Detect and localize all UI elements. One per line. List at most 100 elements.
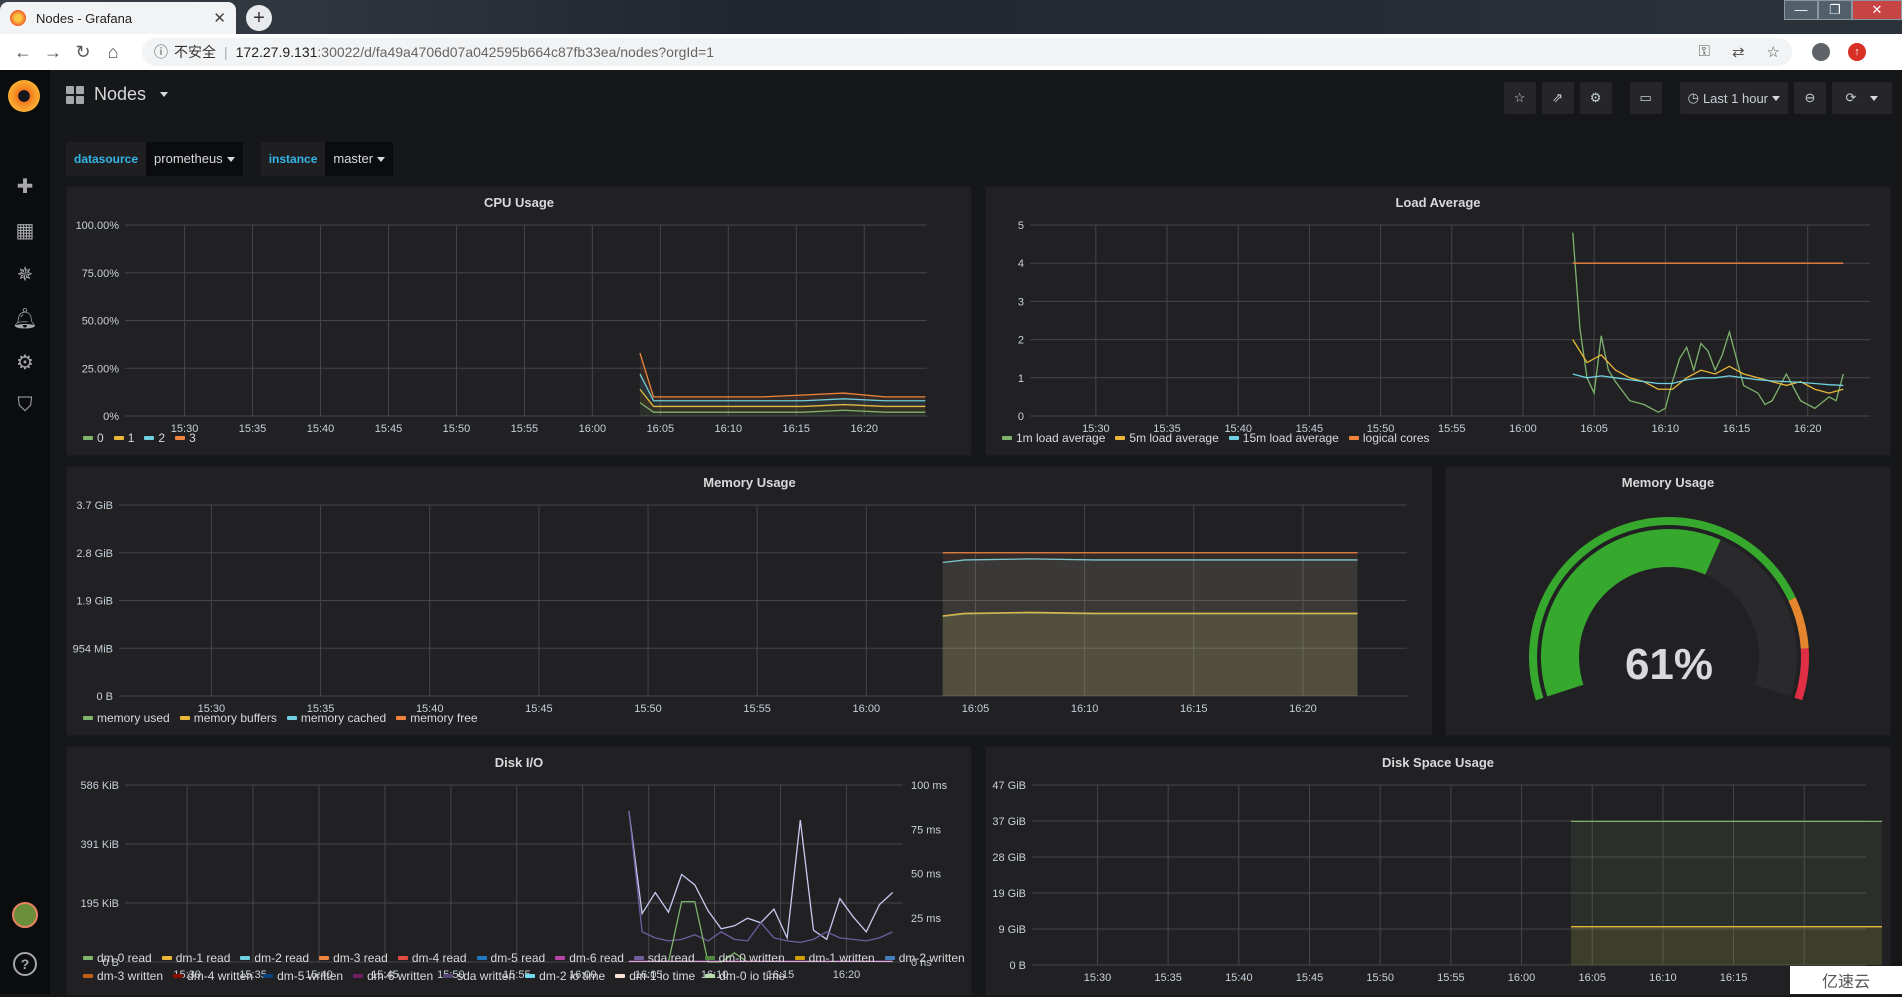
minimize-button[interactable]: — bbox=[1784, 0, 1818, 20]
x-tick-label: 16:15 bbox=[1180, 703, 1208, 715]
legend-item[interactable]: 5m load average bbox=[1115, 431, 1218, 445]
legend-label: 5m load average bbox=[1129, 431, 1218, 445]
x-tick-label: 16:15 bbox=[783, 423, 811, 435]
legend-item[interactable]: dm-3 read bbox=[319, 951, 388, 965]
legend-item[interactable]: 1 bbox=[114, 431, 135, 445]
legend-item[interactable]: dm-2 io time bbox=[525, 969, 605, 983]
legend-item[interactable]: 1m load average bbox=[1002, 431, 1105, 445]
legend-swatch bbox=[477, 956, 487, 960]
panel-memory-usage[interactable]: Memory Usage 3.7 GiB2.8 GiB1.9 GiB954 Mi… bbox=[66, 466, 1433, 736]
x-tick-label: 15:55 bbox=[1438, 423, 1466, 435]
refresh-interval-chevron-icon[interactable] bbox=[1870, 96, 1878, 101]
back-icon[interactable]: ← bbox=[8, 42, 38, 63]
legend-label: sda written bbox=[457, 969, 515, 983]
series-line-3 bbox=[640, 353, 925, 397]
zoom-out-button[interactable]: ⊖ bbox=[1794, 82, 1826, 114]
tv-mode-button[interactable]: ▭ bbox=[1630, 82, 1662, 114]
panel-cpu-usage[interactable]: CPU Usage 100.00%75.00%50.00%25.00%0%15:… bbox=[66, 186, 972, 456]
forward-icon[interactable]: → bbox=[38, 42, 68, 63]
legend-item[interactable]: 0 bbox=[83, 431, 104, 445]
legend-item[interactable]: dm-1 read bbox=[162, 951, 231, 965]
panel-memory-gauge[interactable]: Memory Usage 61% bbox=[1445, 466, 1891, 736]
legend-item[interactable]: dm-6 written bbox=[353, 969, 433, 983]
legend-item[interactable]: 2 bbox=[144, 431, 165, 445]
y-tick-label: 1 bbox=[1018, 373, 1024, 385]
legend-item[interactable]: dm-2 read bbox=[240, 951, 309, 965]
help-icon[interactable]: ? bbox=[13, 952, 37, 976]
legend-item[interactable]: memory used bbox=[83, 711, 170, 725]
legend-swatch bbox=[319, 956, 329, 960]
security-label: 不安全 bbox=[174, 42, 216, 62]
y-tick-label: 586 KiB bbox=[80, 780, 119, 792]
server-admin-shield-icon[interactable]: ⛉ bbox=[0, 394, 50, 417]
y-tick-label: 391 KiB bbox=[80, 839, 119, 851]
share-dashboard-button[interactable]: ⇗ bbox=[1542, 82, 1574, 114]
window-close-button[interactable]: ✕ bbox=[1852, 0, 1902, 20]
alerting-bell-icon[interactable]: 🔔︎ bbox=[0, 306, 50, 331]
legend-item[interactable]: memory cached bbox=[287, 711, 386, 725]
legend-label: dm-4 read bbox=[412, 951, 467, 965]
legend-swatch bbox=[175, 436, 185, 440]
reload-icon[interactable]: ↻ bbox=[68, 42, 98, 63]
create-plus-icon[interactable]: ✚ bbox=[0, 174, 50, 199]
legend-item[interactable]: dm-5 read bbox=[477, 951, 546, 965]
refresh-button[interactable]: ⟳ bbox=[1832, 82, 1892, 114]
legend-item[interactable]: dm-5 written bbox=[263, 969, 343, 983]
new-tab-button[interactable]: + bbox=[246, 5, 272, 31]
legend-swatch bbox=[180, 716, 190, 720]
legend: 0123 bbox=[83, 431, 196, 445]
legend-item[interactable]: 3 bbox=[175, 431, 196, 445]
legend-item[interactable]: dm-4 read bbox=[398, 951, 467, 965]
legend-item[interactable]: sda written bbox=[443, 969, 515, 983]
legend-item[interactable]: dm-0 written bbox=[705, 951, 785, 965]
dashboard-picker[interactable]: Nodes bbox=[66, 84, 168, 105]
legend-item[interactable]: 15m load average bbox=[1229, 431, 1339, 445]
legend-item[interactable]: sda read bbox=[634, 951, 695, 965]
bookmark-star-icon[interactable]: ☆ bbox=[1767, 43, 1780, 61]
update-icon[interactable]: ↑ bbox=[1848, 43, 1866, 61]
url-input[interactable]: ⓘ 不安全 | 172.27.9.131 :30022/d/fa49a4706d… bbox=[142, 38, 1792, 66]
explore-compass-icon[interactable]: ✵ bbox=[0, 262, 50, 287]
chevron-down-icon bbox=[1772, 96, 1780, 101]
time-picker-button[interactable]: ◷ Last 1 hour bbox=[1680, 82, 1788, 114]
legend-swatch bbox=[173, 974, 183, 978]
legend-item[interactable]: memory free bbox=[396, 711, 477, 725]
browser-tab[interactable]: Nodes - Grafana ✕ bbox=[0, 2, 236, 34]
star-dashboard-button[interactable]: ☆ bbox=[1504, 82, 1536, 114]
legend-item[interactable]: dm-6 read bbox=[555, 951, 624, 965]
panel-load-average[interactable]: Load Average 54321015:3015:3515:4015:451… bbox=[985, 186, 1891, 456]
x-tick-label: 15:30 bbox=[1084, 972, 1112, 984]
y-tick-label: 25.00% bbox=[82, 363, 120, 375]
legend-item[interactable]: dm-3 written bbox=[83, 969, 163, 983]
dashboard-settings-button[interactable]: ⚙ bbox=[1580, 82, 1612, 114]
series-line-sda-read bbox=[629, 811, 893, 942]
x-tick-label: 16:00 bbox=[579, 423, 607, 435]
legend-item[interactable]: dm-1 written bbox=[795, 951, 875, 965]
legend-item[interactable]: dm-4 written bbox=[173, 969, 253, 983]
datasource-select[interactable]: prometheus bbox=[146, 142, 243, 176]
panel-disk-io[interactable]: Disk I/O 586 KiB391 KiB195 KiB0 B100 ms7… bbox=[66, 746, 972, 996]
translate-icon[interactable]: ⇄ bbox=[1732, 43, 1745, 61]
grafana-logo-icon[interactable] bbox=[8, 80, 40, 112]
instance-select[interactable]: master bbox=[325, 142, 393, 176]
key-icon[interactable]: ⚿ bbox=[1699, 43, 1710, 61]
x-tick-label: 15:40 bbox=[307, 423, 335, 435]
y-tick-label: 50.00% bbox=[82, 316, 120, 328]
panel-disk-space-usage[interactable]: Disk Space Usage 47 GiB37 GiB28 GiB19 Gi… bbox=[985, 746, 1891, 996]
legend-item[interactable]: dm-0 read bbox=[83, 951, 152, 965]
legend-item[interactable]: logical cores bbox=[1349, 431, 1430, 445]
legend-item[interactable]: memory buffers bbox=[180, 711, 277, 725]
legend-item[interactable]: dm-1 io time bbox=[615, 969, 695, 983]
tab-close-icon[interactable]: ✕ bbox=[213, 9, 226, 27]
restore-button[interactable]: ❐ bbox=[1818, 0, 1852, 20]
info-icon[interactable]: ⓘ bbox=[154, 42, 168, 62]
x-tick-label: 15:50 bbox=[443, 423, 471, 435]
user-avatar[interactable] bbox=[12, 902, 38, 928]
zoom-out-icon: ⊖ bbox=[1805, 90, 1816, 106]
dashboards-grid-icon[interactable]: ▦ bbox=[0, 218, 50, 243]
legend-item[interactable]: dm-2 written bbox=[885, 951, 965, 965]
configuration-gear-icon[interactable]: ⚙ bbox=[0, 350, 50, 375]
account-icon[interactable] bbox=[1812, 43, 1830, 61]
home-icon[interactable]: ⌂ bbox=[98, 42, 128, 63]
legend-item[interactable]: dm-0 io time bbox=[705, 969, 785, 983]
